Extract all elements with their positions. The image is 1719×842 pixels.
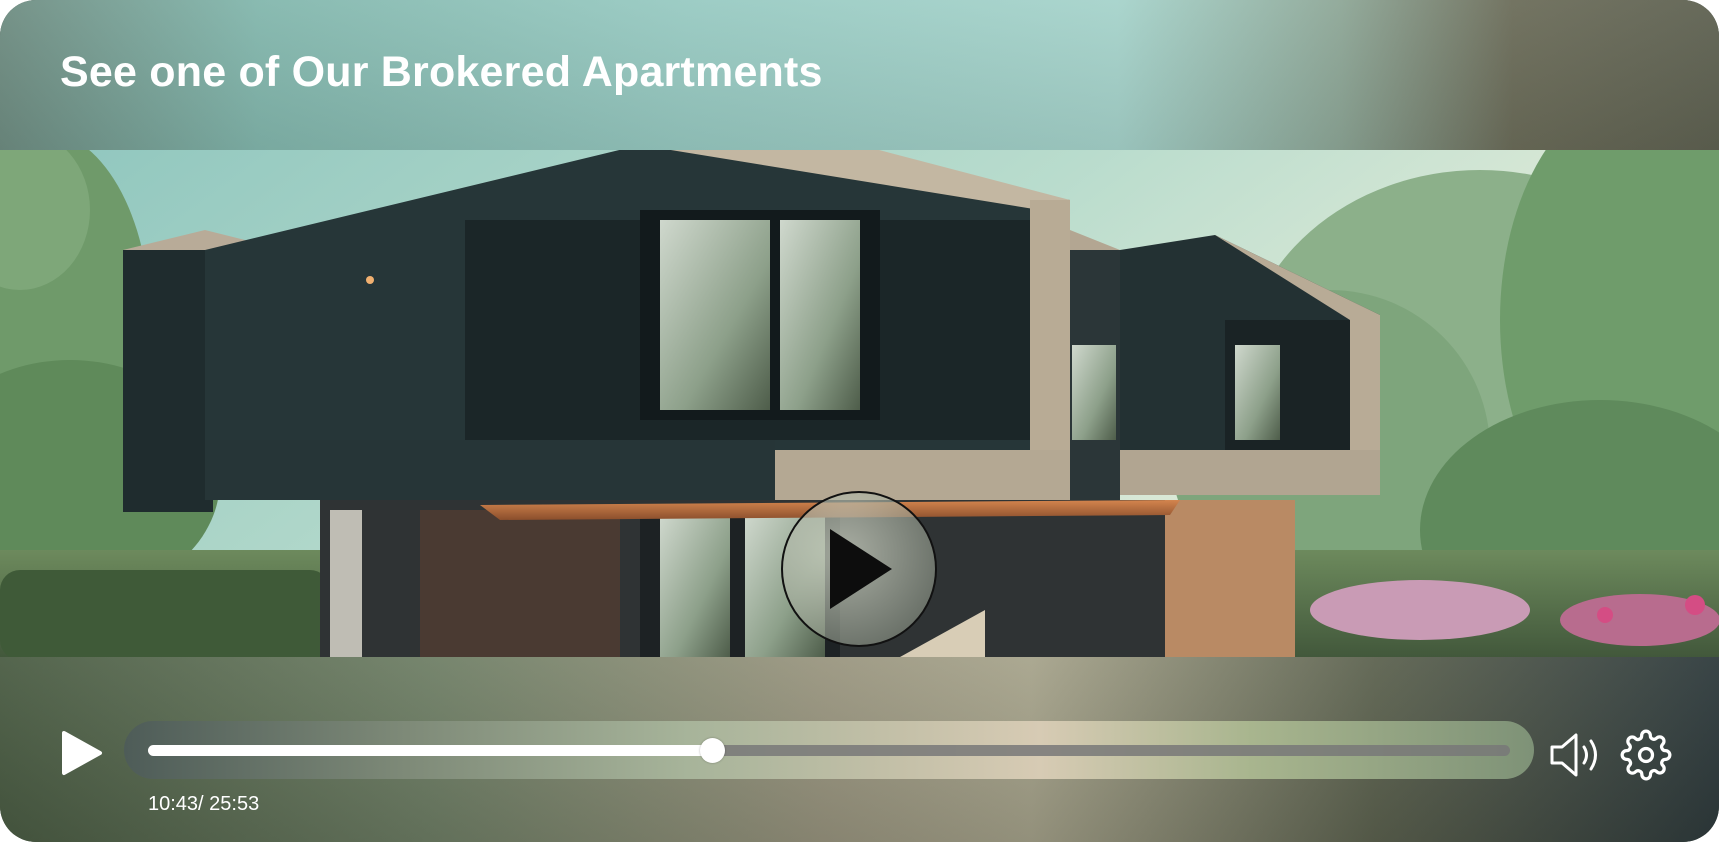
center-play-button[interactable] [781, 491, 937, 647]
video-frame[interactable] [0, 150, 1719, 657]
speaker-volume-icon [1550, 733, 1597, 777]
control-bar: 10:43/ 25:53 [0, 657, 1719, 842]
gear-icon [1620, 729, 1672, 781]
play-icon [62, 731, 102, 775]
seek-progress [148, 745, 712, 756]
settings-button[interactable] [1620, 729, 1672, 781]
video-player: See one of Our Brokered Apartments 10:43… [0, 0, 1719, 842]
play-icon [830, 529, 892, 609]
video-title: See one of Our Brokered Apartments [60, 48, 823, 96]
seek-bar[interactable] [124, 721, 1534, 779]
seek-rail[interactable] [148, 738, 1510, 763]
play-button[interactable] [60, 729, 108, 777]
volume-button[interactable] [1548, 729, 1604, 781]
time-display: 10:43/ 25:53 [148, 793, 260, 815]
seek-handle[interactable] [699, 738, 725, 763]
title-bar: See one of Our Brokered Apartments [0, 0, 1719, 150]
